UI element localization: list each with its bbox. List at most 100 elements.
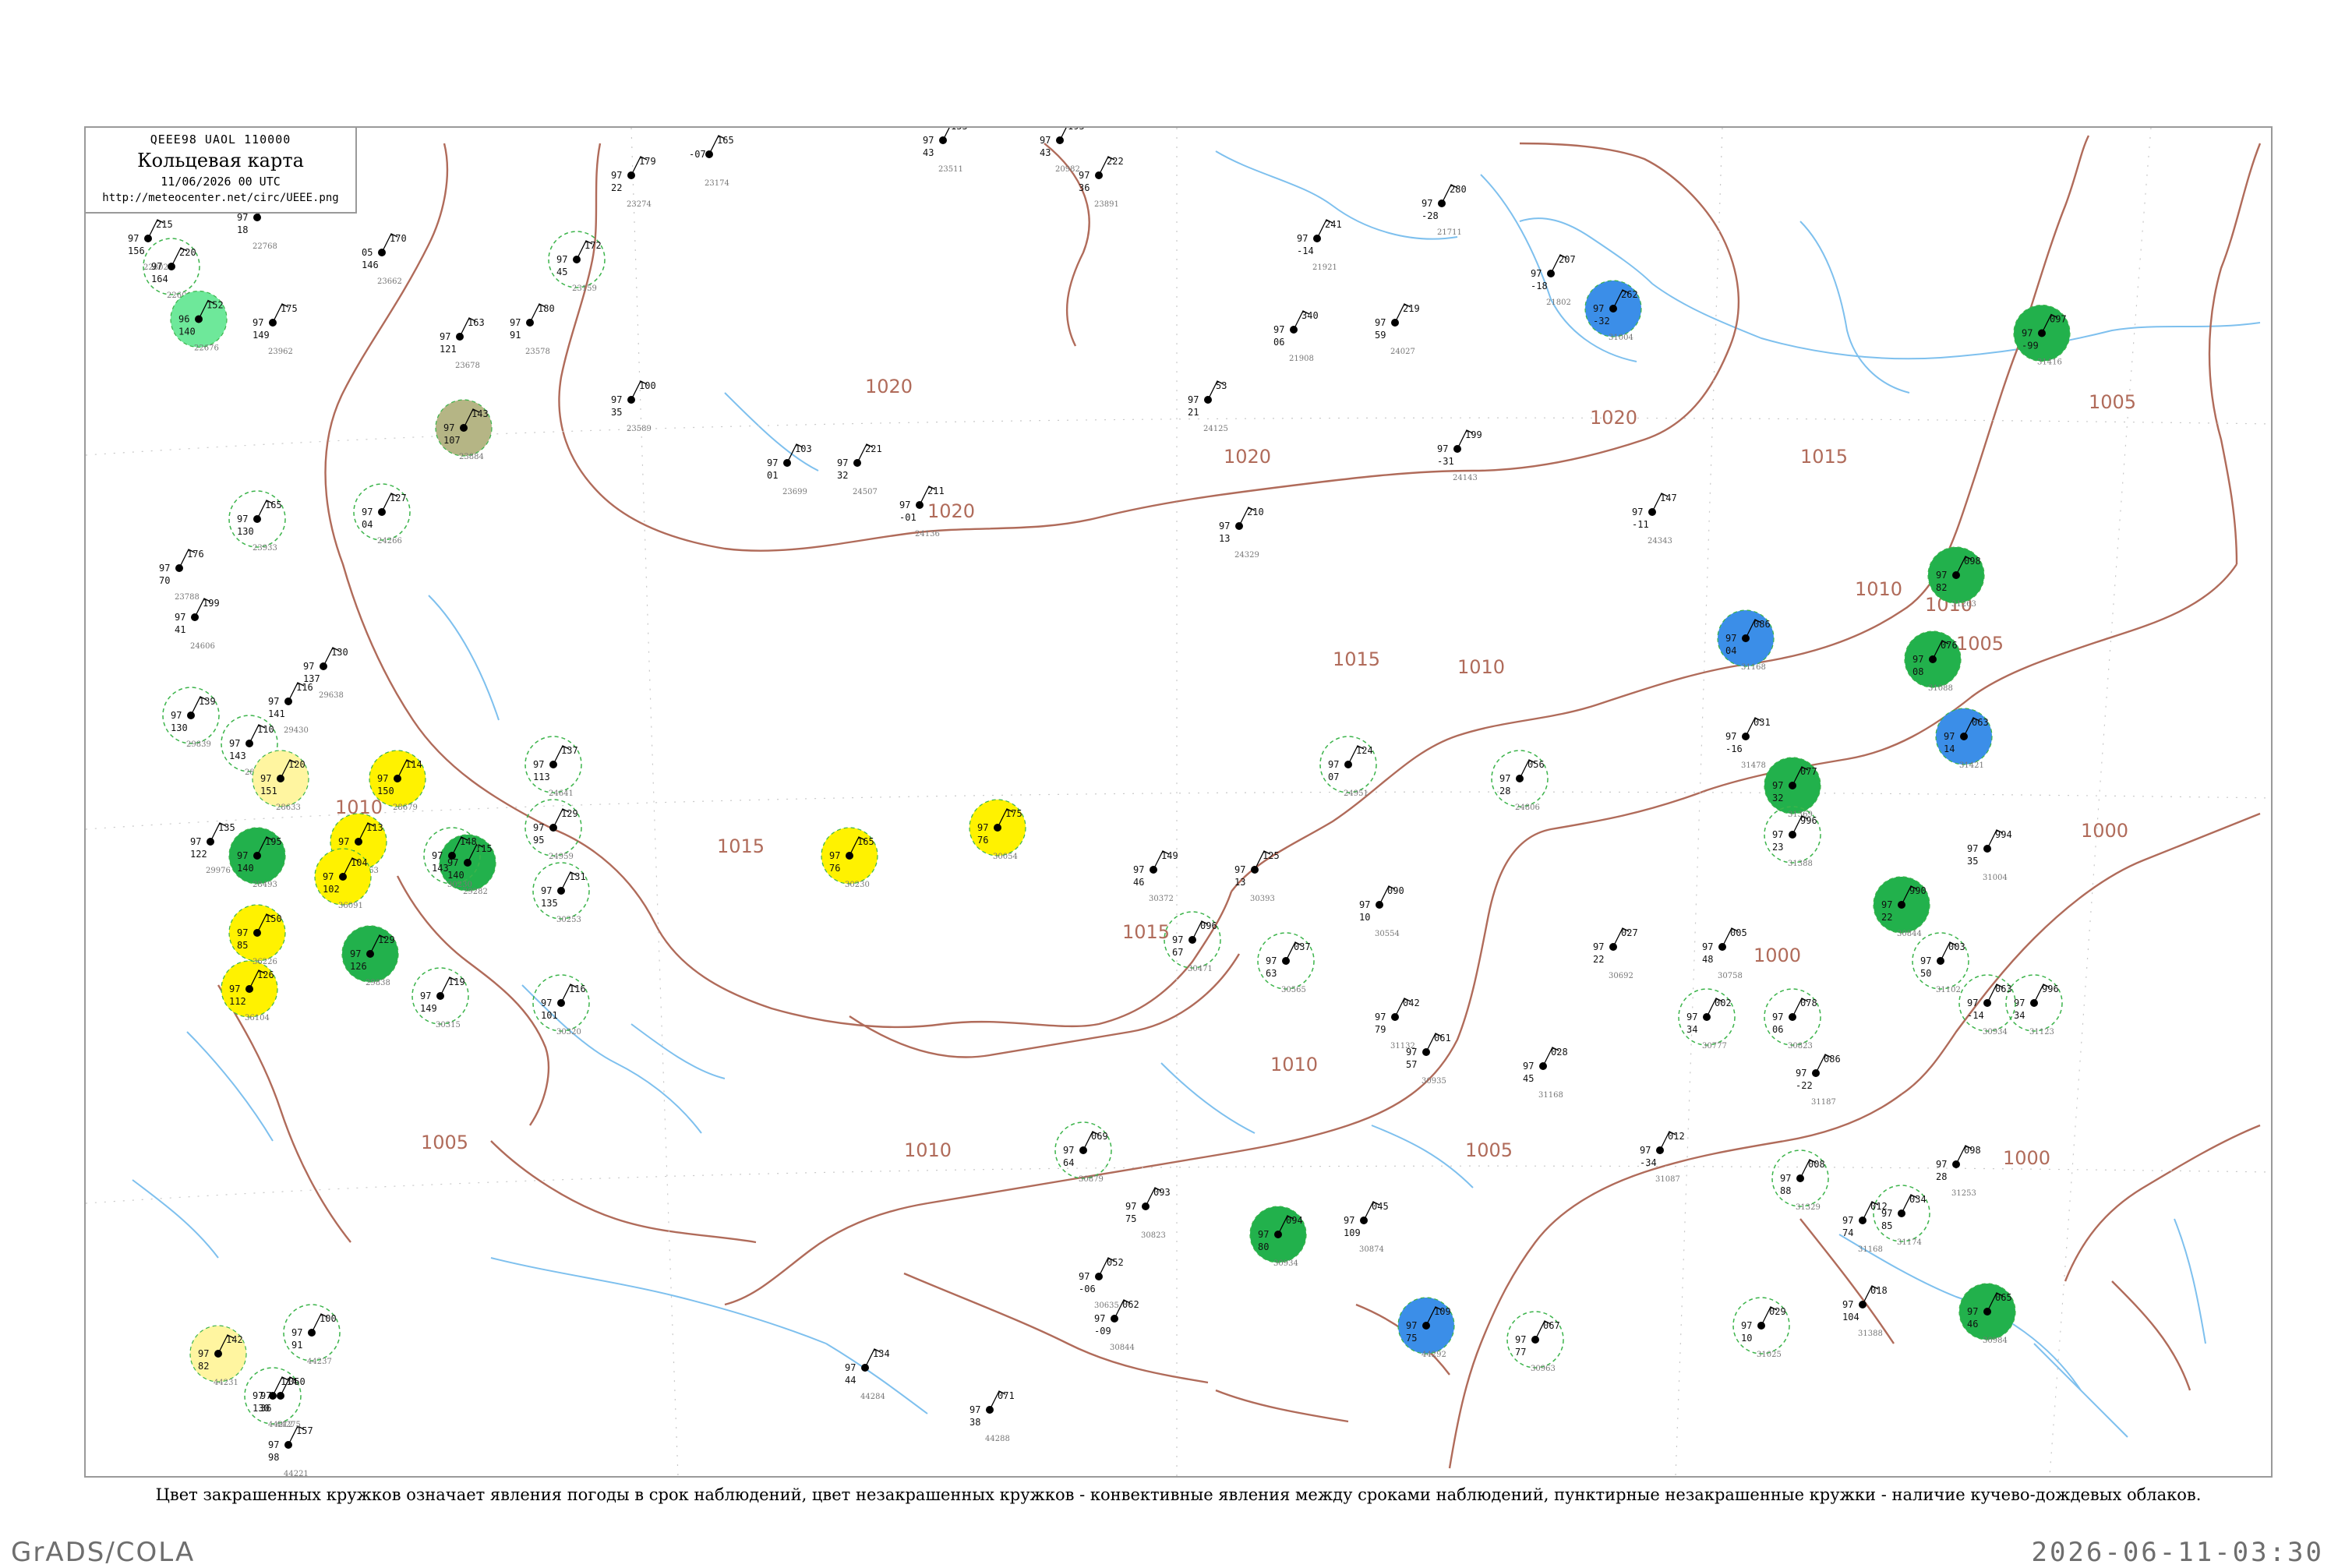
weather-station[interactable]: 100 97 35 23589 <box>611 380 656 433</box>
weather-station[interactable]: 094 9780 30934 <box>1249 1206 1307 1268</box>
weather-station[interactable]: 098 9728 31253 <box>1936 1145 1981 1198</box>
weather-station[interactable]: 996973431123 <box>2005 974 2063 1037</box>
weather-station[interactable]: 097 97 -99 31416 <box>2013 304 2071 367</box>
weather-station[interactable]: 994 97 35 31004 <box>1967 829 2012 882</box>
weather-station[interactable]: 034978531174 <box>1873 1185 1930 1247</box>
station-pressure: 116 <box>569 984 586 994</box>
weather-station[interactable]: 165 97 130 23933 <box>228 490 286 553</box>
station-temperature: 97 <box>541 998 552 1008</box>
weather-station[interactable]: 241 97-14 21921 <box>1297 219 1342 272</box>
weather-station[interactable]: 165 97 76 30230 <box>821 827 878 889</box>
weather-station[interactable]: 125 97 13 30393 <box>1234 850 1280 903</box>
weather-station[interactable]: 199 9741 24606 <box>175 598 220 651</box>
weather-station[interactable]: 100 97 91 44237 <box>283 1304 341 1366</box>
weather-station[interactable]: 037 97 63 30565 <box>1257 932 1315 994</box>
weather-station[interactable]: 135 97 122 29976 <box>190 822 235 875</box>
weather-station[interactable]: 150 97 85 36226 <box>228 904 286 966</box>
weather-station[interactable]: 155 9743 23511 <box>923 128 968 174</box>
weather-station[interactable]: 179 9722 23274 <box>611 156 656 209</box>
station-dewpoint: 76 <box>977 835 988 846</box>
weather-station[interactable]: 063 9714 31421 <box>1935 708 1993 770</box>
weather-station[interactable]: 052 97 -06 30635 <box>1079 1257 1124 1310</box>
weather-station[interactable]: 195 97 140 28493 <box>228 827 286 889</box>
weather-station[interactable]: 067 97 77 30963 <box>1506 1311 1564 1373</box>
weather-station[interactable]: 127 97 04 24266 <box>353 483 411 546</box>
weather-station[interactable]: 131 97 135 30253 <box>532 862 590 924</box>
weather-station[interactable]: 069 9764 30879 <box>1054 1121 1112 1184</box>
weather-station[interactable]: 195 9743 20982 <box>1040 128 1085 174</box>
weather-station[interactable]: 012 97-34 31087 <box>1640 1131 1685 1184</box>
weather-station[interactable]: 176 9770 23788 <box>159 549 204 602</box>
weather-station[interactable]: 104 97 102 36091 <box>314 848 372 910</box>
weather-station[interactable]: 990 97 22 30844 <box>1873 876 1930 938</box>
weather-station[interactable]: 2159715622802 <box>128 219 173 272</box>
weather-station[interactable]: 137 97 113 24641 <box>524 736 582 798</box>
weather-station[interactable]: 170 05 146 23662 <box>362 233 407 286</box>
weather-station[interactable]: 126 97 112 36104 <box>221 960 278 1022</box>
weather-station[interactable]: 008 9788 31329 <box>1771 1150 1829 1212</box>
weather-station[interactable]: 042 97 79 31132 <box>1375 998 1420 1051</box>
weather-station[interactable]: 53 97 21 24125 <box>1188 380 1228 433</box>
station-temperature: 97 <box>1936 570 1947 581</box>
weather-station[interactable]: 031 97-16 31478 <box>1725 717 1771 770</box>
station-temperature: 97 <box>175 612 185 623</box>
weather-station[interactable]: 056 97 28 24806 <box>1491 750 1549 812</box>
weather-station[interactable]: 149 97 46 30372 <box>1133 850 1178 903</box>
weather-station[interactable]: 027 97 22 30692 <box>1593 927 1638 980</box>
station-dewpoint: -09 <box>1094 1326 1111 1337</box>
weather-station[interactable]: 142 97 82 44231 <box>189 1325 247 1387</box>
weather-station[interactable]: 165 -07 23174 <box>689 135 734 188</box>
weather-station[interactable]: 172 97 45 23159 <box>548 231 606 293</box>
weather-station[interactable]: 175 97 76 30054 <box>969 799 1026 861</box>
weather-station[interactable]: 096 97 67 30471 <box>1164 911 1221 973</box>
weather-station[interactable]: 076 9708 31088 <box>1904 630 1962 693</box>
weather-station[interactable]: 109 97 75 44292 <box>1397 1297 1455 1359</box>
weather-station[interactable]: 003 97 50 31102 <box>1912 932 1969 994</box>
weather-station[interactable]: 143 97 107 23884 <box>435 399 493 461</box>
weather-station[interactable]: 129 97 126 29838 <box>341 925 399 987</box>
weather-station[interactable]: 157979844221 <box>268 1425 313 1476</box>
weather-station[interactable]: 090 97 10 30554 <box>1359 885 1404 938</box>
weather-station[interactable]: 120 97 151 28633 <box>252 750 309 812</box>
weather-station[interactable]: 124 97 07 24951 <box>1319 736 1377 798</box>
weather-station[interactable]: 280 97-28 21711 <box>1422 184 1467 237</box>
weather-station[interactable]: 134 97 44 44284 <box>845 1348 890 1401</box>
weather-station[interactable]: 061975730935 <box>1406 1033 1451 1086</box>
weather-station[interactable]: 199 97 -31 24143 <box>1437 429 1482 482</box>
weather-station[interactable]: 002 97 34 30777 <box>1678 988 1736 1051</box>
weather-station[interactable]: 152 96 140 22676 <box>170 290 228 353</box>
weather-station[interactable]: 029 97 10 31025 <box>1732 1297 1790 1359</box>
weather-station[interactable]: 119 97 149 30315 <box>411 967 469 1029</box>
weather-station[interactable]: 262 97 -32 31004 <box>1584 280 1642 342</box>
weather-station[interactable]: 139 97130 29839 <box>162 687 220 749</box>
weather-station[interactable]: 078 97 06 30823 <box>1764 988 1821 1051</box>
weather-station[interactable]: 093 9775 30823 <box>1125 1187 1171 1240</box>
weather-station[interactable]: 028 9745 31168 <box>1523 1047 1568 1100</box>
source-url[interactable]: http://meteocenter.net/circ/UEEE.png <box>86 192 355 204</box>
weather-station[interactable]: 065 97 46 30984 <box>1958 1283 2016 1345</box>
station-pressure: 104 <box>351 857 368 868</box>
weather-station[interactable]: 077973231369 <box>1764 757 1821 819</box>
weather-station[interactable]: 063 97 -14 30934 <box>1958 974 2016 1037</box>
weather-station[interactable]: 219 97 59 24027 <box>1375 303 1420 356</box>
weather-station[interactable]: 340 97 06 21908 <box>1273 310 1319 363</box>
weather-station[interactable]: 086 9704 31168 <box>1717 609 1775 672</box>
weather-station[interactable]: 180 97 91 23578 <box>510 303 555 356</box>
station-dewpoint: 75 <box>1125 1213 1136 1224</box>
weather-station[interactable]: 005 97 48 30758 <box>1702 927 1747 980</box>
weather-station[interactable]: 045 97109 30874 <box>1344 1201 1389 1254</box>
station-index: 24266 <box>377 537 402 546</box>
weather-station[interactable]: 1169714129430 <box>268 682 313 735</box>
weather-station[interactable]: 116 97 101 30320 <box>532 974 590 1037</box>
weather-station[interactable]: 2209716422601 <box>143 238 200 300</box>
weather-station[interactable]: 086 97-22 31187 <box>1796 1054 1841 1107</box>
weather-station[interactable]: 175 97 149 23962 <box>253 303 298 356</box>
weather-station[interactable]: 221 97 32 24507 <box>837 443 882 496</box>
weather-station[interactable]: 210 97 13 24329 <box>1219 507 1264 560</box>
weather-station[interactable]: 147 97 -11 24343 <box>1632 493 1677 546</box>
weather-station[interactable]: 018 97 104 31388 <box>1842 1285 1888 1338</box>
weather-station[interactable]: 129 97 95 24959 <box>524 799 582 861</box>
station-pressure: 139 <box>199 696 216 707</box>
weather-station[interactable]: 163 97 121 23678 <box>440 317 485 370</box>
weather-station[interactable]: 071 97 38 44288 <box>969 1390 1015 1443</box>
